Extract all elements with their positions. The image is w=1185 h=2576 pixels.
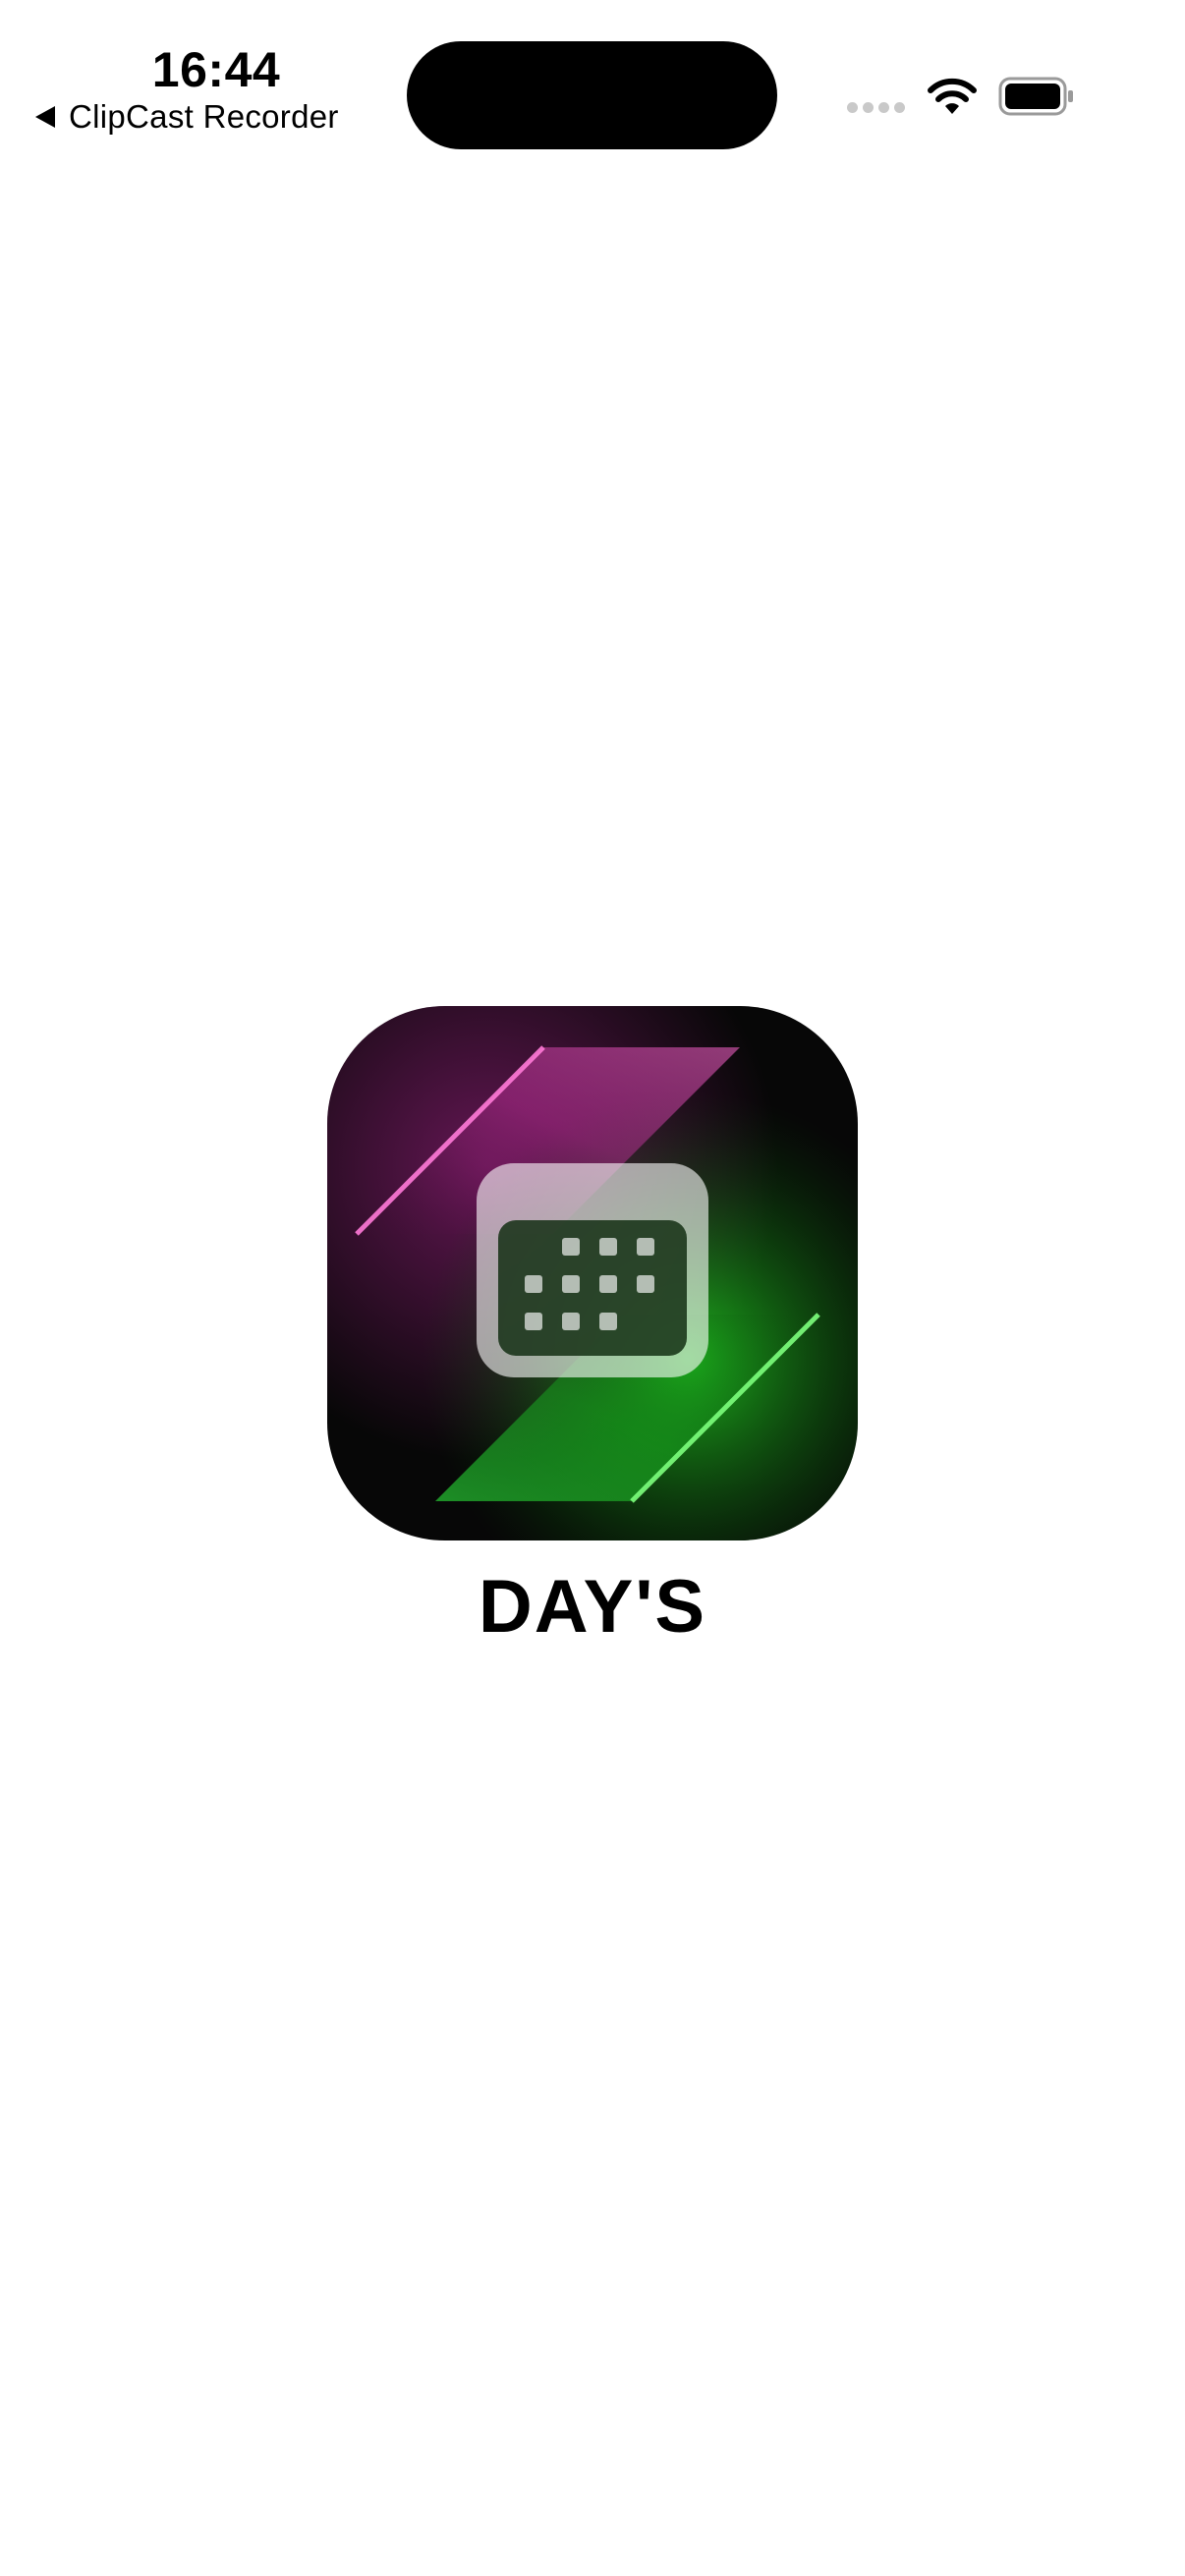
- back-arrow-icon: [35, 106, 55, 128]
- app-icon: [327, 1006, 858, 1540]
- back-to-app-button[interactable]: ClipCast Recorder: [35, 97, 339, 137]
- signal-dots-icon: [847, 102, 905, 113]
- status-time: 16:44: [151, 42, 281, 97]
- wifi-icon: [928, 78, 977, 114]
- back-app-label: ClipCast Recorder: [69, 98, 339, 135]
- app-title: DAY'S: [478, 1565, 707, 1649]
- dynamic-island: [407, 41, 777, 149]
- battery-icon: [998, 77, 1073, 116]
- calendar-icon: [477, 1163, 708, 1377]
